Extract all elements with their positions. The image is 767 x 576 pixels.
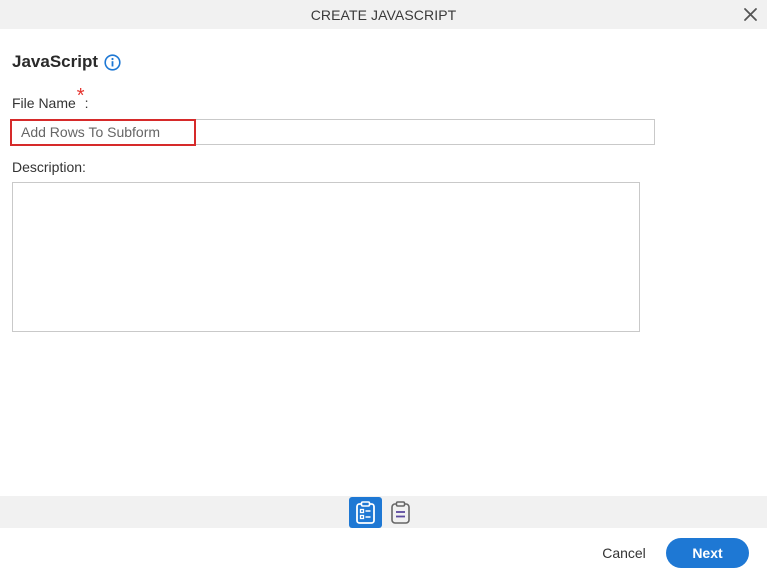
file-name-input[interactable] [12, 120, 654, 144]
file-name-label-text: File Name [12, 95, 76, 111]
clipboard-form-icon [356, 501, 375, 524]
next-button[interactable]: Next [666, 538, 749, 568]
section-title: JavaScript [12, 52, 98, 71]
file-name-label-suffix: : [84, 95, 89, 111]
close-button[interactable] [742, 6, 759, 23]
section-header: JavaScript [12, 52, 121, 72]
description-label: Description: [12, 159, 86, 175]
description-textarea[interactable] [13, 183, 639, 331]
step-2-button[interactable] [384, 497, 417, 528]
step-1-button[interactable] [349, 497, 382, 528]
cancel-button[interactable]: Cancel [592, 539, 656, 567]
file-name-label: File Name*: [12, 86, 89, 111]
dialog-title: CREATE JAVASCRIPT [310, 6, 457, 23]
description-label-text: Description [12, 159, 83, 175]
info-icon[interactable] [104, 53, 121, 71]
file-name-field [11, 119, 655, 145]
close-icon [744, 8, 757, 21]
create-javascript-dialog: CREATE JAVASCRIPT JavaScript File Name*:… [0, 0, 767, 576]
description-field [12, 182, 640, 332]
description-label-suffix: : [82, 159, 86, 175]
dialog-header: CREATE JAVASCRIPT [0, 0, 767, 29]
step-navigation [0, 496, 767, 528]
required-marker: * [76, 85, 85, 107]
clipboard-list-icon [391, 501, 410, 524]
